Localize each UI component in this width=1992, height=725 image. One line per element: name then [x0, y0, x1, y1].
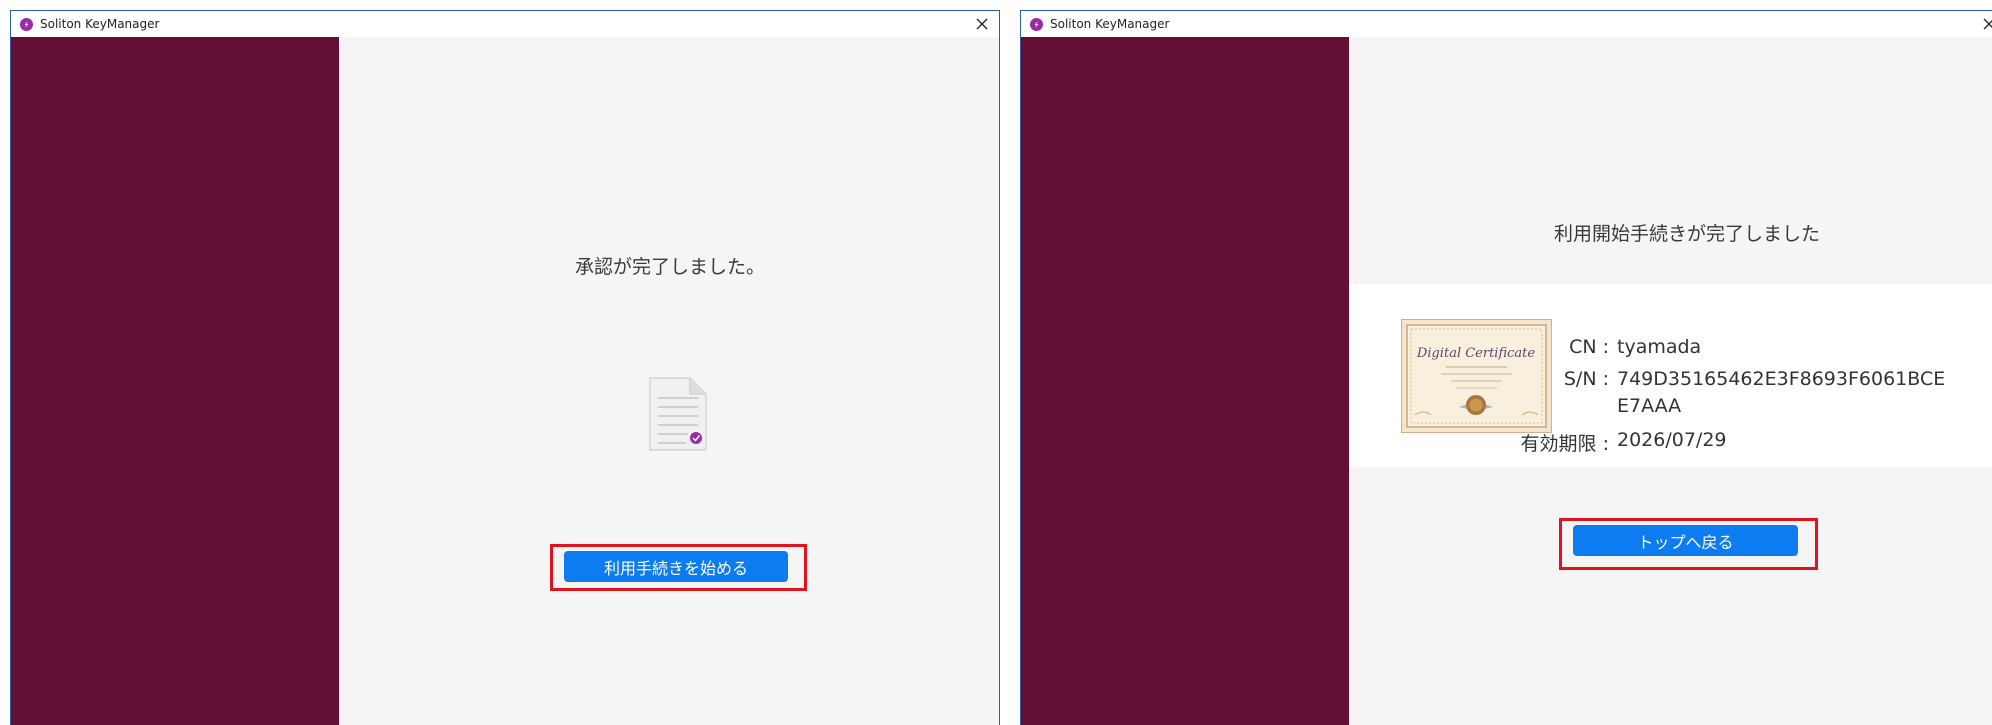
cn-value: tyamada: [1617, 336, 1702, 358]
sn-value-line2: E7AAA: [1617, 395, 1682, 417]
start-procedure-button[interactable]: 利用手続きを始める: [564, 551, 788, 582]
expiry-label: 有効期限 :: [1520, 433, 1609, 455]
sidebar-panel: [1021, 37, 1349, 725]
keymanager-window-complete: Soliton KeyManager 利用開始手続きが完了しました Digita…: [1020, 10, 1992, 725]
close-icon: [976, 18, 988, 30]
title-bar: Soliton KeyManager: [1021, 11, 1992, 37]
document-check-icon: [648, 376, 708, 456]
window-title: Soliton KeyManager: [1050, 17, 1170, 31]
sidebar-panel: [11, 37, 339, 725]
main-content: 利用開始手続きが完了しました Digital Certificate CN: …: [1349, 37, 1992, 725]
close-icon: [1983, 18, 1992, 30]
app-icon: [1030, 17, 1043, 31]
approval-complete-message: 承認が完了しました。: [574, 256, 765, 278]
app-icon: [20, 17, 33, 31]
certificate-info-panel: Digital Certificate CN : tyamada S/N : 7…: [1349, 284, 1992, 467]
main-content: 承認が完了しました。 利用手続きを始める: [339, 37, 999, 725]
title-bar: Soliton KeyManager: [11, 11, 999, 37]
registration-complete-message: 利用開始手続きが完了しました: [1553, 223, 1820, 245]
sn-label: S/N :: [1563, 368, 1609, 390]
cn-label: CN :: [1569, 336, 1609, 358]
window-title: Soliton KeyManager: [40, 17, 160, 31]
sn-value-line1: 749D35165462E3F8693F6061BCE: [1617, 368, 1946, 390]
close-button[interactable]: [971, 13, 993, 35]
back-to-top-button[interactable]: トップへ戻る: [1573, 525, 1798, 556]
close-button[interactable]: [1978, 13, 1992, 35]
expiry-value: 2026/07/29: [1617, 429, 1727, 451]
keymanager-window-approval: Soliton KeyManager 承認が完了しました。 利用手続きを始める: [10, 10, 1000, 725]
